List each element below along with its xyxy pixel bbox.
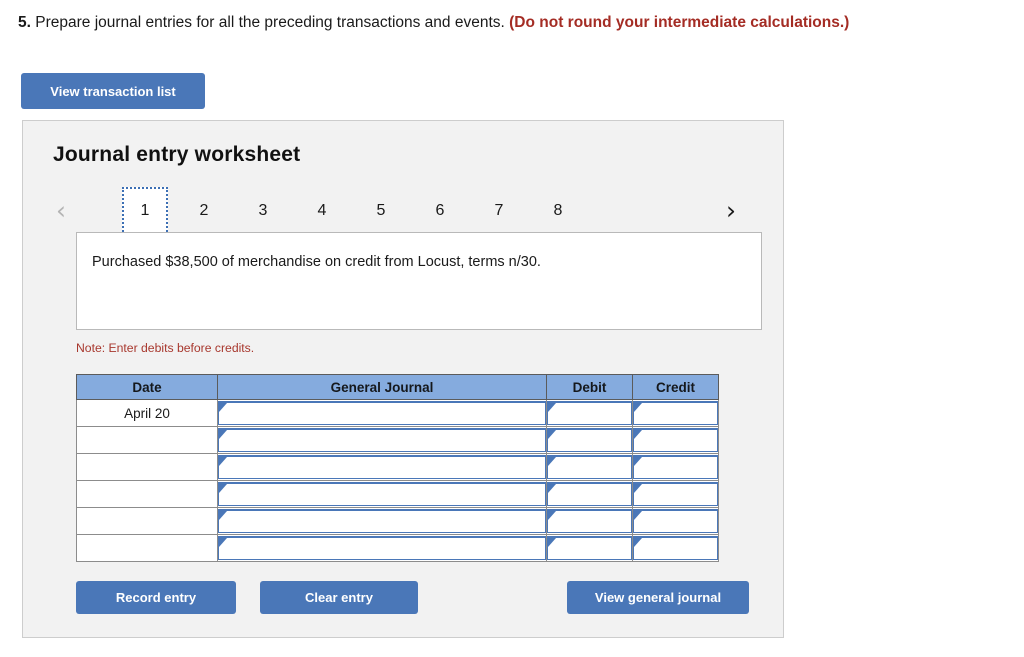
general-journal-input[interactable] bbox=[218, 428, 546, 452]
cell-debit bbox=[546, 480, 633, 508]
debit-input[interactable] bbox=[547, 428, 632, 452]
general-journal-input[interactable] bbox=[218, 482, 546, 506]
worksheet-tab-bar: ‹ › 12345678 bbox=[23, 185, 785, 237]
debit-input[interactable] bbox=[547, 401, 632, 425]
general-journal-input[interactable] bbox=[218, 401, 546, 425]
cell-credit bbox=[632, 534, 719, 562]
worksheet-tab-1[interactable]: 1 bbox=[122, 187, 168, 235]
question-emphasis: (Do not round your intermediate calculat… bbox=[509, 14, 850, 31]
general-journal-input[interactable] bbox=[218, 455, 546, 479]
cell-debit bbox=[546, 534, 633, 562]
cell-general-journal bbox=[217, 507, 547, 535]
debit-input[interactable] bbox=[547, 509, 632, 533]
worksheet-tab-6[interactable]: 6 bbox=[417, 187, 463, 235]
cell-credit bbox=[632, 480, 719, 508]
column-header-debit: Debit bbox=[546, 374, 633, 400]
cell-date bbox=[76, 507, 218, 535]
cell-credit bbox=[632, 426, 719, 454]
credit-input[interactable] bbox=[633, 455, 718, 479]
clear-entry-button[interactable]: Clear entry bbox=[260, 581, 418, 614]
credit-input[interactable] bbox=[633, 482, 718, 506]
worksheet-tab-5[interactable]: 5 bbox=[358, 187, 404, 235]
cell-credit bbox=[632, 507, 719, 535]
worksheet-tab-3[interactable]: 3 bbox=[240, 187, 286, 235]
cell-date bbox=[76, 453, 218, 481]
debit-input[interactable] bbox=[547, 536, 632, 560]
cell-date: April 20 bbox=[76, 399, 218, 427]
column-header-credit: Credit bbox=[632, 374, 719, 400]
question-text: Prepare journal entries for all the prec… bbox=[30, 14, 510, 31]
cell-credit bbox=[632, 453, 719, 481]
cell-general-journal bbox=[217, 480, 547, 508]
question-number: 5. bbox=[18, 14, 31, 31]
worksheet-title: Journal entry worksheet bbox=[53, 143, 301, 166]
transaction-description-text: Purchased $38,500 of merchandise on cred… bbox=[92, 254, 541, 270]
credit-input[interactable] bbox=[633, 401, 718, 425]
worksheet-tab-4[interactable]: 4 bbox=[299, 187, 345, 235]
cell-general-journal bbox=[217, 453, 547, 481]
debit-input[interactable] bbox=[547, 482, 632, 506]
cell-debit bbox=[546, 399, 633, 427]
worksheet-tab-7[interactable]: 7 bbox=[476, 187, 522, 235]
next-page-chevron-icon[interactable]: › bbox=[726, 193, 736, 229]
worksheet-tab-8[interactable]: 8 bbox=[535, 187, 581, 235]
cell-date bbox=[76, 480, 218, 508]
cell-debit bbox=[546, 453, 633, 481]
table-header-row: Date General Journal Debit Credit bbox=[76, 374, 719, 400]
debits-before-credits-note: Note: Enter debits before credits. bbox=[76, 341, 255, 355]
record-entry-button[interactable]: Record entry bbox=[76, 581, 236, 614]
transaction-description-box: Purchased $38,500 of merchandise on cred… bbox=[76, 232, 762, 330]
journal-entry-table: Date General Journal Debit Credit April … bbox=[76, 374, 719, 562]
credit-input[interactable] bbox=[633, 509, 718, 533]
table-row bbox=[76, 507, 719, 535]
credit-input[interactable] bbox=[633, 428, 718, 452]
table-row: April 20 bbox=[76, 399, 719, 427]
table-row bbox=[76, 453, 719, 481]
cell-general-journal bbox=[217, 534, 547, 562]
journal-entry-worksheet-panel: Journal entry worksheet ‹ › 12345678 Pur… bbox=[22, 120, 784, 638]
cell-credit bbox=[632, 399, 719, 427]
column-header-date: Date bbox=[76, 374, 218, 400]
cell-date bbox=[76, 534, 218, 562]
view-transaction-list-button[interactable]: View transaction list bbox=[21, 73, 205, 109]
table-row bbox=[76, 426, 719, 454]
cell-general-journal bbox=[217, 399, 547, 427]
cell-date bbox=[76, 426, 218, 454]
table-row bbox=[76, 534, 719, 562]
cell-debit bbox=[546, 507, 633, 535]
previous-page-chevron-icon[interactable]: ‹ bbox=[56, 193, 66, 229]
table-row bbox=[76, 480, 719, 508]
view-general-journal-button[interactable]: View general journal bbox=[567, 581, 749, 614]
debit-input[interactable] bbox=[547, 455, 632, 479]
column-header-general-journal: General Journal bbox=[217, 374, 547, 400]
general-journal-input[interactable] bbox=[218, 536, 546, 560]
cell-debit bbox=[546, 426, 633, 454]
cell-general-journal bbox=[217, 426, 547, 454]
credit-input[interactable] bbox=[633, 536, 718, 560]
question-prompt: 5. Prepare journal entries for all the p… bbox=[18, 13, 849, 33]
general-journal-input[interactable] bbox=[218, 509, 546, 533]
worksheet-tab-2[interactable]: 2 bbox=[181, 187, 227, 235]
